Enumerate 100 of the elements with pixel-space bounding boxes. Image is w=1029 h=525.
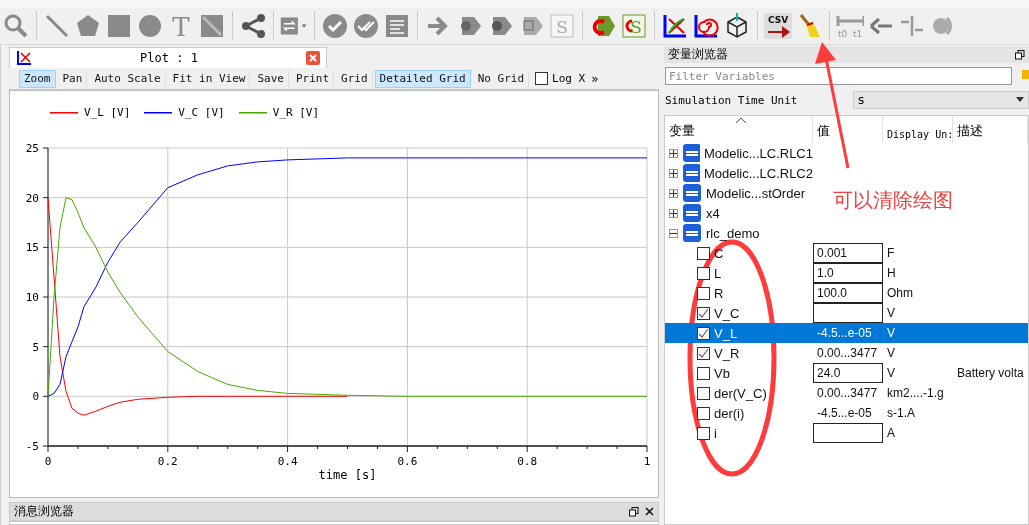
double-check-icon[interactable] (353, 13, 379, 39)
variable-checkbox[interactable] (697, 346, 710, 360)
value-text: -4.5...e-05 (816, 405, 873, 422)
zoom-out-icon[interactable] (3, 13, 29, 39)
value-text: 0.00...3477 (816, 345, 879, 362)
plot-toolbar-button[interactable]: Print (290, 69, 335, 88)
variable-checkbox[interactable] (697, 386, 710, 400)
plot-title: Plot : 1 (139, 51, 199, 65)
x-tick-label: 0 (44, 455, 52, 468)
plot-toolbar-button[interactable]: Pan (57, 69, 88, 88)
unit-text: F (886, 246, 896, 260)
overflow-button[interactable]: » (591, 71, 599, 86)
y-tick-label: 25 (25, 142, 39, 155)
time-unit-dropdown[interactable]: s (853, 91, 1029, 109)
unit-text: s-1.A (886, 406, 916, 420)
close-icon[interactable] (645, 507, 654, 516)
connector-icon[interactable] (240, 13, 266, 39)
result-file-icon (682, 223, 702, 243)
legend-label: V_C [V] (178, 105, 225, 119)
plot-toolbar-button[interactable]: Fit in View (167, 69, 251, 88)
variable-checkbox[interactable] (697, 286, 710, 300)
caret-icon (1016, 97, 1024, 103)
tree-item-label[interactable]: Modelic...LC.RLC1 (703, 145, 813, 161)
variable-checkbox[interactable] (697, 366, 710, 380)
collapse-icon[interactable] (669, 228, 678, 238)
line-icon[interactable] (44, 13, 70, 39)
variable-checkbox[interactable] (697, 406, 710, 420)
legend-label: V_L [V] (84, 105, 131, 119)
result-file-icon (682, 203, 702, 223)
variable-name: der(i) (714, 405, 745, 421)
float-icon[interactable] (1015, 49, 1025, 60)
plot-toolbar-button[interactable]: Detailed Grid (374, 69, 471, 88)
plot-icon[interactable] (662, 13, 688, 39)
cube-icon[interactable] (724, 13, 750, 39)
variable-name: V_L (714, 325, 738, 341)
tree-item-label[interactable]: rlc_demo (706, 225, 760, 241)
expand-icon[interactable] (669, 188, 678, 198)
x-tick-label: 0.2 (157, 455, 178, 468)
filter-field[interactable]: Filter Variables (665, 67, 1012, 85)
rectangle-icon[interactable] (106, 13, 132, 39)
legend-label: V_R [V] (272, 105, 320, 119)
value-field[interactable]: 24.0 (813, 363, 883, 383)
variable-name: der(V_C) (714, 385, 767, 401)
result-file-icon (682, 163, 700, 183)
polar-plot-icon[interactable] (693, 13, 719, 39)
unit-text: V (886, 346, 896, 360)
result-file-icon (682, 183, 702, 203)
value-field[interactable]: 0.001 (813, 243, 883, 263)
column-header[interactable]: 值 (813, 116, 883, 143)
reload-arrow-icon[interactable] (590, 13, 616, 39)
plot-toolbar-button[interactable]: Auto Scale (89, 69, 166, 88)
value-field[interactable]: 1.0 (813, 263, 883, 283)
variable-name: V_R (714, 345, 740, 361)
bitmap-icon[interactable] (199, 13, 225, 39)
list-icon[interactable] (384, 13, 410, 39)
log-x-label: Log X (552, 72, 586, 85)
time-unit-label: Simulation Time Unit (665, 93, 798, 107)
selected-row[interactable]: V_L -4.5...e-05 V (665, 323, 1028, 343)
ellipse-icon[interactable] (137, 13, 163, 39)
description-text: Battery volta (956, 366, 1025, 380)
annotation-text: 可以清除绘图 (833, 187, 953, 214)
tree-item-label[interactable]: Modelic...LC.RLC2 (703, 165, 813, 181)
value-text: 0.00...3477 (816, 385, 879, 402)
log-x-checkbox[interactable] (535, 72, 549, 85)
csv-export-icon[interactable]: CSV (764, 13, 792, 39)
variable-name: V_C (714, 305, 740, 321)
x-tick-label: 1 (643, 455, 651, 468)
unit-text: H (886, 266, 897, 280)
expand-icon[interactable] (669, 208, 678, 218)
value-field[interactable]: 100.0 (813, 283, 883, 303)
variable-checkbox[interactable] (697, 246, 710, 260)
y-tick-label: 5 (32, 340, 39, 354)
plot-tab[interactable]: Plot : 1 (9, 47, 327, 68)
expand-icon[interactable] (669, 168, 678, 178)
plot-toolbar-button[interactable]: No Grid (472, 69, 530, 88)
float-icon[interactable] (629, 506, 639, 517)
unit-text: V (886, 366, 896, 380)
value-field[interactable] (813, 303, 883, 323)
unit-text: Ohm (886, 286, 914, 300)
tree-item-label[interactable]: Modelic...stOrder (706, 185, 805, 201)
tree-item-label[interactable]: x4 (706, 205, 720, 221)
plot-toolbar-button[interactable]: Zoom (19, 69, 56, 88)
x-tick-label: 0.4 (277, 455, 298, 468)
variable-checkbox[interactable] (697, 426, 710, 440)
polygon-icon[interactable] (75, 13, 101, 39)
check-icon[interactable] (322, 13, 348, 39)
value-field[interactable] (813, 423, 883, 443)
variable-checkbox[interactable] (697, 306, 710, 320)
sort-icon (735, 117, 747, 124)
column-header[interactable]: 变量 (665, 116, 813, 143)
variable-name: L (714, 265, 722, 281)
column-header[interactable]: Display Un: (883, 116, 953, 143)
column-header[interactable]: 描述 (953, 116, 1028, 143)
plot-toolbar-button[interactable]: Grid (336, 69, 373, 88)
x-tick-label: 0.6 (397, 455, 418, 468)
expand-icon[interactable] (669, 148, 678, 158)
plot-toolbar-button[interactable]: Save (252, 69, 289, 88)
variable-name: i (714, 425, 717, 441)
variable-checkbox[interactable] (697, 326, 710, 340)
variable-checkbox[interactable] (697, 266, 710, 280)
